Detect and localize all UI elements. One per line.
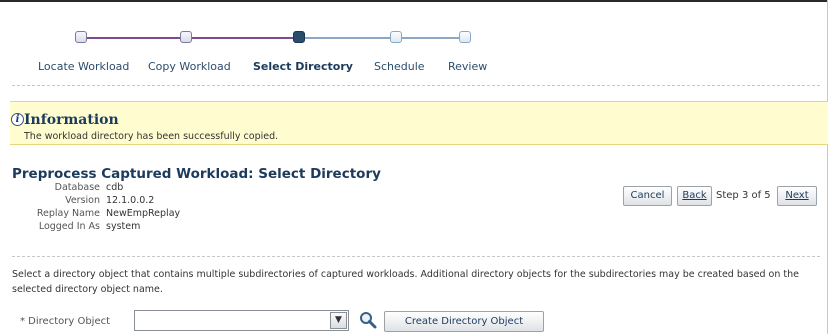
back-button[interactable]: Back [677,186,712,206]
directory-object-label: * Directory Object [20,316,111,327]
create-directory-object-button[interactable]: Create Directory Object [384,311,544,332]
logged-in-as-value: system [106,221,141,232]
next-button[interactable]: Next [777,186,817,206]
information-title: Information [24,112,119,128]
train-label-review: Review [448,60,488,73]
database-label: Database [54,182,100,193]
cancel-button[interactable]: Cancel [623,186,672,206]
divider [12,256,820,257]
directory-object-select[interactable] [134,310,349,331]
chevron-down-icon[interactable]: ▼ [330,312,347,329]
train-label-select-directory: Select Directory [253,60,353,73]
train-label-locate-workload[interactable]: Locate Workload [38,60,129,73]
replay-name-value: NewEmpReplay [106,208,181,219]
next-button-label: Next [785,190,809,201]
step-indicator: Step 3 of 5 [716,190,771,201]
train-connector-future [300,37,466,39]
instructions-text: Select a directory object that contains … [12,269,799,295]
replay-name-label: Replay Name [36,208,100,219]
information-message: The workload directory has been successf… [24,131,279,142]
train-stop-locate-workload[interactable] [75,31,87,43]
database-value: cdb [106,182,124,193]
train-stop-schedule [390,31,402,43]
train-stop-select-directory [293,31,305,43]
page-title: Preprocess Captured Workload: Select Dir… [12,166,381,182]
version-label: Version [65,195,100,206]
version-value: 12.1.0.0.2 [106,195,155,206]
train-label-schedule: Schedule [374,60,425,73]
train-label-copy-workload[interactable]: Copy Workload [148,60,231,73]
train-stop-copy-workload[interactable] [180,31,192,43]
divider [12,85,820,86]
train-connector-visited [86,37,300,39]
top-border [0,0,828,2]
back-button-label: Back [682,190,707,201]
logged-in-as-label: Logged In As [38,221,100,232]
search-icon[interactable] [359,311,377,329]
train-stop-review [459,31,471,43]
info-icon: i [11,113,24,126]
